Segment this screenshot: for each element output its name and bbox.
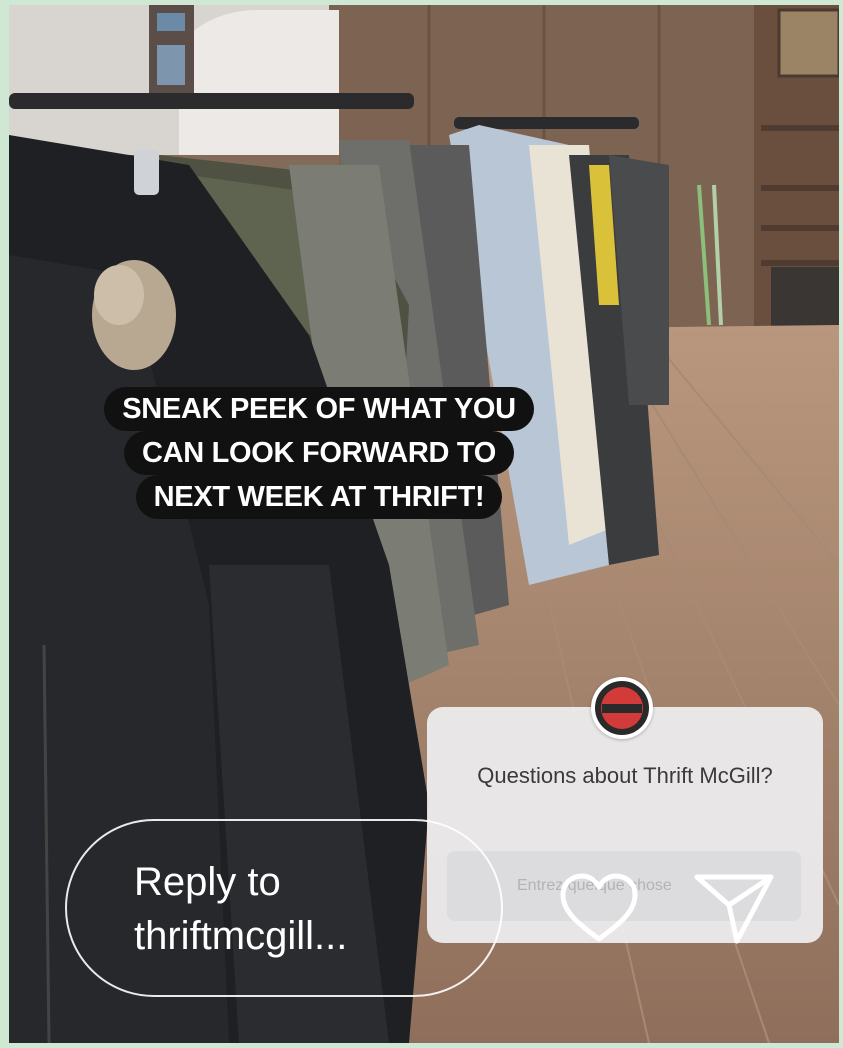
caption-line: SNEAK PEEK OF WHAT YOU	[104, 387, 534, 431]
screenshot-frame: SNEAK PEEK OF WHAT YOU CAN LOOK FORWARD …	[0, 0, 843, 1048]
caption-line: NEXT WEEK AT THRIFT!	[135, 475, 503, 519]
caption-line: CAN LOOK FORWARD TO	[123, 431, 515, 475]
thrift-mcgill-logo	[595, 681, 649, 735]
story-view[interactable]: SNEAK PEEK OF WHAT YOU CAN LOOK FORWARD …	[9, 5, 839, 1043]
question-text: Questions about Thrift McGill?	[477, 763, 773, 788]
sticker-avatar	[591, 677, 653, 739]
send-icon[interactable]	[693, 869, 775, 947]
reply-placeholder: Reply to thriftmcgill...	[134, 860, 348, 958]
heart-icon[interactable]	[557, 871, 641, 945]
story-caption: SNEAK PEEK OF WHAT YOU CAN LOOK FORWARD …	[79, 387, 559, 519]
